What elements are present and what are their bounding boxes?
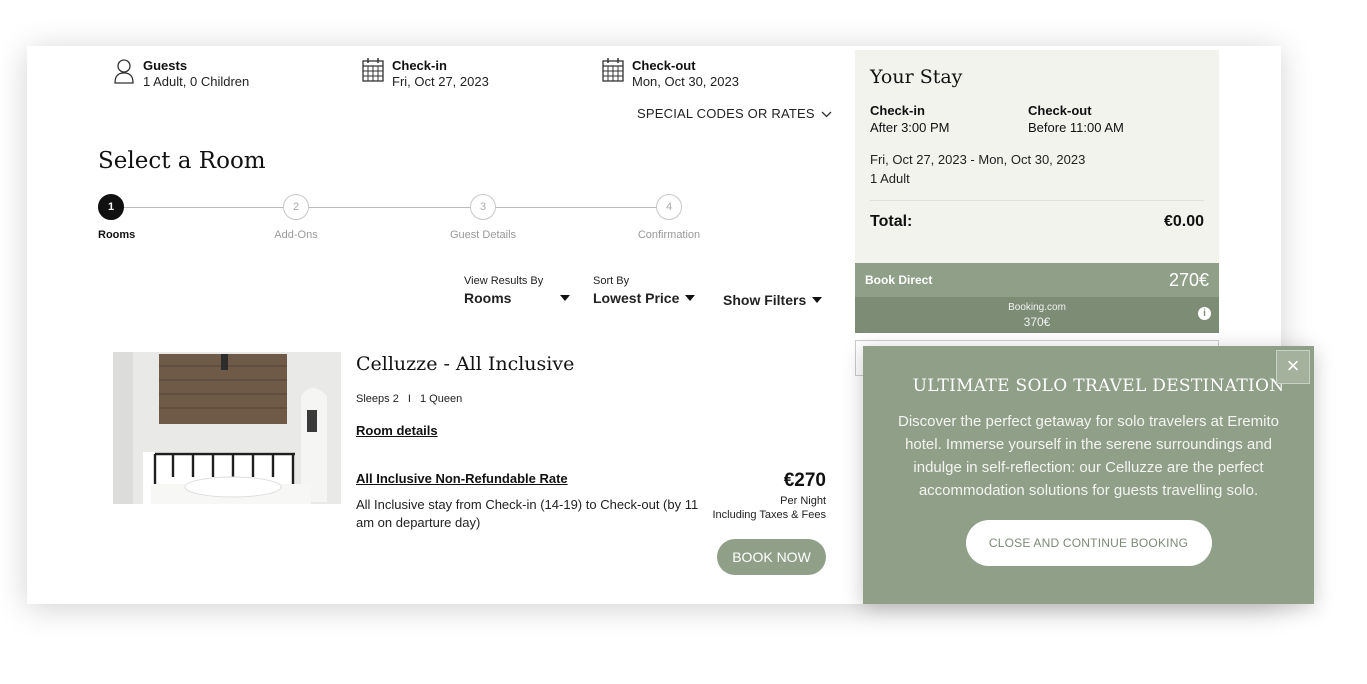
calendar-icon [602,58,624,82]
modal-title: ULTIMATE SOLO TRAVEL DESTINATION [912,376,1285,396]
step-label: Confirmation [637,229,701,241]
room-details-link[interactable]: Room details [356,423,438,438]
step-number: 3 [470,194,496,220]
special-codes-toggle[interactable]: SPECIAL CODES OR RATES [637,106,832,121]
sort-by-label: Sort By [593,275,630,287]
stay-guests: 1 Adult [870,171,910,186]
person-icon [113,58,135,84]
info-icon[interactable]: i [1198,307,1211,320]
close-and-continue-button[interactable]: CLOSE AND CONTINUE BOOKING [965,520,1212,566]
bed-text: 1 Queen [420,393,463,405]
step-label: Add-Ons [274,229,318,241]
show-filters-toggle[interactable]: Show Filters [723,289,823,308]
total-value: €0.00 [1163,213,1204,230]
your-stay-title: Your Stay [870,66,963,88]
stay-checkin-value: After 3:00 PM [870,120,950,135]
room-photo[interactable] [113,352,341,504]
your-stay-panel: Your Stay Check-in After 3:00 PM Check-o… [855,50,1219,264]
taxes-text: Including Taxes & Fees [712,509,826,521]
sort-by-value: Lowest Price [593,290,680,306]
room-name: Celluzze - All Inclusive [356,353,575,375]
price-note: Per Night Including Taxes & Fees [712,494,826,522]
step-confirmation: 4 Confirmation [619,194,719,241]
view-results-value: Rooms [464,290,512,306]
guests-summary[interactable]: Guests 1 Adult, 0 Children [113,58,249,90]
step-number: 1 [98,194,124,220]
bookingcom-price: 370€ [1023,315,1051,329]
book-direct-price: 270€ [1168,269,1209,290]
triangle-down-icon [812,297,823,303]
view-results-label: View Results By [464,275,544,287]
calendar-icon [362,58,384,82]
room-capacity: Sleeps 2 I 1 Queen [356,393,462,405]
stay-checkin-label: Check-in [870,103,925,118]
stay-total-row: Total: €0.00 [870,213,1204,231]
rate-name-link[interactable]: All Inclusive Non-Refundable Rate [356,471,568,486]
sleeps-text: Sleeps 2 [356,393,399,405]
capacity-separator: I [407,393,411,405]
step-label: Guest Details [449,229,517,241]
rate-description: All Inclusive stay from Check-in (14-19)… [356,497,699,530]
book-direct-row: Book Direct 270€ [855,263,1219,297]
step-number: 2 [283,194,309,220]
sort-by-select[interactable]: Sort By Lowest Price [593,275,696,306]
stay-checkout-label: Check-out [1028,103,1092,118]
view-results-select[interactable]: View Results By Rooms [464,275,570,306]
stay-checkout-value: Before 11:00 AM [1028,120,1124,135]
stay-date-range: Fri, Oct 27, 2023 - Mon, Oct 30, 2023 [870,152,1086,167]
checkin-value: Fri, Oct 27, 2023 [392,74,489,89]
bookingcom-label: Booking.com [1008,302,1066,313]
page-title: Select a Room [98,148,266,174]
book-direct-label: Book Direct [865,273,933,287]
checkout-value: Mon, Oct 30, 2023 [632,74,739,89]
step-label: Rooms [98,229,136,241]
step-number: 4 [656,194,682,220]
checkout-summary[interactable]: Check-out Mon, Oct 30, 2023 [602,58,739,90]
total-label: Total: [870,213,913,230]
divider [870,200,1204,201]
modal-body: Discover the perfect getaway for solo tr… [898,413,1279,499]
triangle-down-icon [560,295,570,301]
chevron-down-icon [821,106,832,121]
guests-value: 1 Adult, 0 Children [143,74,250,89]
room-price: €270 [783,470,826,491]
progress-steps: 1 Rooms 2 Add-Ons 3 Guest Details 4 Conf… [98,194,738,254]
per-night-text: Per Night [780,495,826,507]
step-guest-details: 3 Guest Details [433,194,533,241]
guests-label: Guests [143,58,188,73]
promo-modal: × ULTIMATE SOLO TRAVEL DESTINATION Disco… [863,346,1314,604]
triangle-down-icon [685,295,696,301]
special-codes-label: SPECIAL CODES OR RATES [637,106,815,121]
book-now-button[interactable]: BOOK NOW [717,539,826,575]
checkout-label: Check-out [632,58,696,73]
progress-line [111,207,671,208]
checkin-label: Check-in [392,58,447,73]
show-filters-label: Show Filters [723,292,807,308]
step-rooms: 1 Rooms [61,194,161,241]
bookingcom-row: Booking.com 370€ i [855,297,1219,333]
step-add-ons: 2 Add-Ons [246,194,346,241]
checkin-summary[interactable]: Check-in Fri, Oct 27, 2023 [362,58,489,90]
close-icon[interactable]: × [1276,350,1310,384]
